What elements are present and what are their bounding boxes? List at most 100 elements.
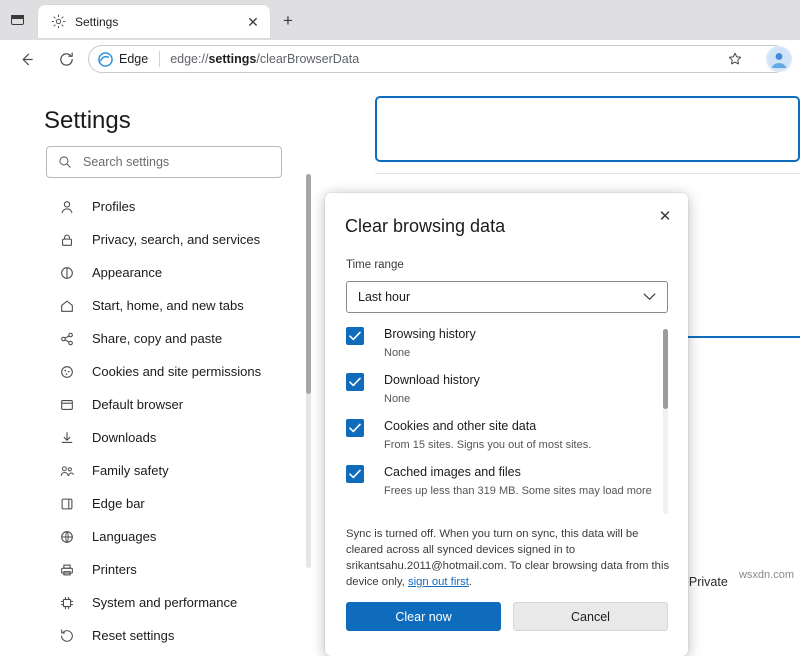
sidebar-item-default-browser[interactable]: Default browser [46, 388, 296, 421]
omnibox-url: edge://settings/clearBrowserData [170, 52, 359, 66]
browser-window: Settings ✕ + Edge edge://set [0, 0, 800, 585]
sidebar-item-label: Privacy, search, and services [92, 232, 260, 247]
sidebar-item-label: Profiles [92, 199, 135, 214]
sync-note: Sync is turned off. When you turn on syn… [346, 526, 674, 590]
browser-tab[interactable]: Settings ✕ [38, 5, 270, 38]
sidebar-item-label: Start, home, and new tabs [92, 298, 244, 313]
reset-icon [58, 627, 76, 645]
url-bold: settings [208, 52, 256, 66]
dialog-title: Clear browsing data [345, 216, 505, 237]
sidebar-item-downloads[interactable]: Downloads [46, 421, 296, 454]
checkbox-cookies-site-data[interactable] [346, 419, 364, 437]
checkbox-cached-images-files[interactable] [346, 465, 364, 483]
options-scrollbar-thumb[interactable] [663, 329, 668, 409]
sidebar-item-system-performance[interactable]: System and performance [46, 586, 296, 619]
lock-icon [58, 231, 76, 249]
address-bar[interactable]: Edge edge://settings/clearBrowserData [88, 45, 788, 73]
sidebar-item-printers[interactable]: Printers [46, 553, 296, 586]
sidebar-item-label: System and performance [92, 595, 237, 610]
sidebar-item-label: Edge bar [92, 496, 145, 511]
option-description: None [384, 346, 668, 360]
browser-icon [58, 396, 76, 414]
option-description: None [384, 392, 668, 406]
gear-icon [50, 14, 66, 30]
tab-actions-menu-icon[interactable] [8, 10, 30, 30]
time-range-value: Last hour [358, 290, 643, 304]
sidebar-item-languages[interactable]: Languages [46, 520, 296, 553]
search-icon [57, 155, 72, 170]
clear-now-button[interactable]: Clear now [346, 602, 501, 631]
option-description: From 15 sites. Signs you out of most sit… [384, 438, 668, 452]
sidebar-item-label: Default browser [92, 397, 183, 412]
sync-note-text-2: . [469, 576, 472, 588]
option-title: Download history [384, 372, 668, 389]
sidebar-item-reset-settings[interactable]: Reset settings [46, 619, 296, 652]
share-icon [58, 330, 76, 348]
content-card-top [375, 96, 800, 162]
sync-note-text-1: Sync is turned off. When you turn on syn… [346, 528, 669, 588]
person-icon [58, 198, 76, 216]
option-title: Browsing history [384, 326, 668, 343]
option-title: Cached images and files [384, 464, 668, 481]
cookie-icon [58, 363, 76, 381]
sidebar-item-label: Downloads [92, 430, 156, 445]
settings-page: Always use "Strict" tracking prevention … [0, 78, 800, 585]
sidebar-item-label: Reset settings [92, 628, 174, 643]
sidebar-scrollbar-thumb[interactable] [306, 174, 311, 394]
close-icon[interactable]: ✕ [242, 11, 264, 33]
sidebar-item-family-safety[interactable]: Family safety [46, 454, 296, 487]
option-cached-images-files[interactable]: Cached images and files Frees up less th… [346, 462, 668, 508]
new-tab-button[interactable]: + [279, 11, 297, 29]
option-title: Cookies and other site data [384, 418, 668, 435]
option-cookies-site-data[interactable]: Cookies and other site data From 15 site… [346, 416, 668, 462]
check-icon [349, 423, 361, 433]
sidebar-item-label: Printers [92, 562, 137, 577]
time-range-label: Time range [346, 259, 404, 271]
home-icon [58, 297, 76, 315]
checkbox-browsing-history[interactable] [346, 327, 364, 345]
sidebar-item-label: Share, copy and paste [92, 331, 222, 346]
sidebar-item-label: Cookies and site permissions [92, 364, 261, 379]
clear-browsing-data-dialog: ✕ Clear browsing data Time range Last ho… [325, 193, 688, 656]
profile-avatar[interactable] [766, 46, 792, 72]
time-range-dropdown[interactable]: Last hour [346, 281, 668, 313]
dialog-close-button[interactable]: ✕ [650, 201, 680, 231]
reload-button[interactable] [50, 43, 82, 75]
data-type-options: Browsing history None Download history N… [346, 324, 668, 514]
sidebar-item-start-home[interactable]: Start, home, and new tabs [46, 289, 296, 322]
sidebar-item-share-copy-paste[interactable]: Share, copy and paste [46, 322, 296, 355]
printer-icon [58, 561, 76, 579]
omnibox-app-label: Edge [119, 52, 148, 66]
content-divider [375, 173, 800, 174]
option-browsing-history[interactable]: Browsing history None [346, 324, 668, 370]
cancel-button[interactable]: Cancel [513, 602, 668, 631]
back-button[interactable] [10, 43, 42, 75]
sidebar-item-edge-bar[interactable]: Edge bar [46, 487, 296, 520]
download-icon [58, 429, 76, 447]
page-title: Settings [44, 107, 131, 135]
watermark: wsxdn.com [739, 569, 794, 581]
sidebar-item-profiles[interactable]: Profiles [46, 190, 296, 223]
language-icon [58, 528, 76, 546]
search-settings-box[interactable] [46, 146, 282, 178]
favorite-star-icon[interactable] [725, 49, 745, 69]
tab-title: Settings [75, 15, 242, 29]
sidebar-item-privacy[interactable]: Privacy, search, and services [46, 223, 296, 256]
check-icon [349, 377, 361, 387]
arrow-left-icon [18, 51, 35, 68]
checkbox-download-history[interactable] [346, 373, 364, 391]
option-download-history[interactable]: Download history None [346, 370, 668, 416]
edge-logo-icon [97, 51, 113, 67]
search-input[interactable] [81, 154, 261, 170]
sidebar-item-appearance[interactable]: Appearance [46, 256, 296, 289]
sidebar-scrollbar-track[interactable] [306, 174, 311, 568]
sign-out-first-link[interactable]: sign out first [408, 576, 469, 588]
url-prefix: edge:// [170, 52, 208, 66]
sidebar-item-label: Languages [92, 529, 156, 544]
sidebar-item-label: Family safety [92, 463, 169, 478]
refresh-icon [58, 51, 75, 68]
sidebar-item-cookies[interactable]: Cookies and site permissions [46, 355, 296, 388]
system-icon [58, 594, 76, 612]
appearance-icon [58, 264, 76, 282]
omnibox-divider [159, 51, 160, 67]
